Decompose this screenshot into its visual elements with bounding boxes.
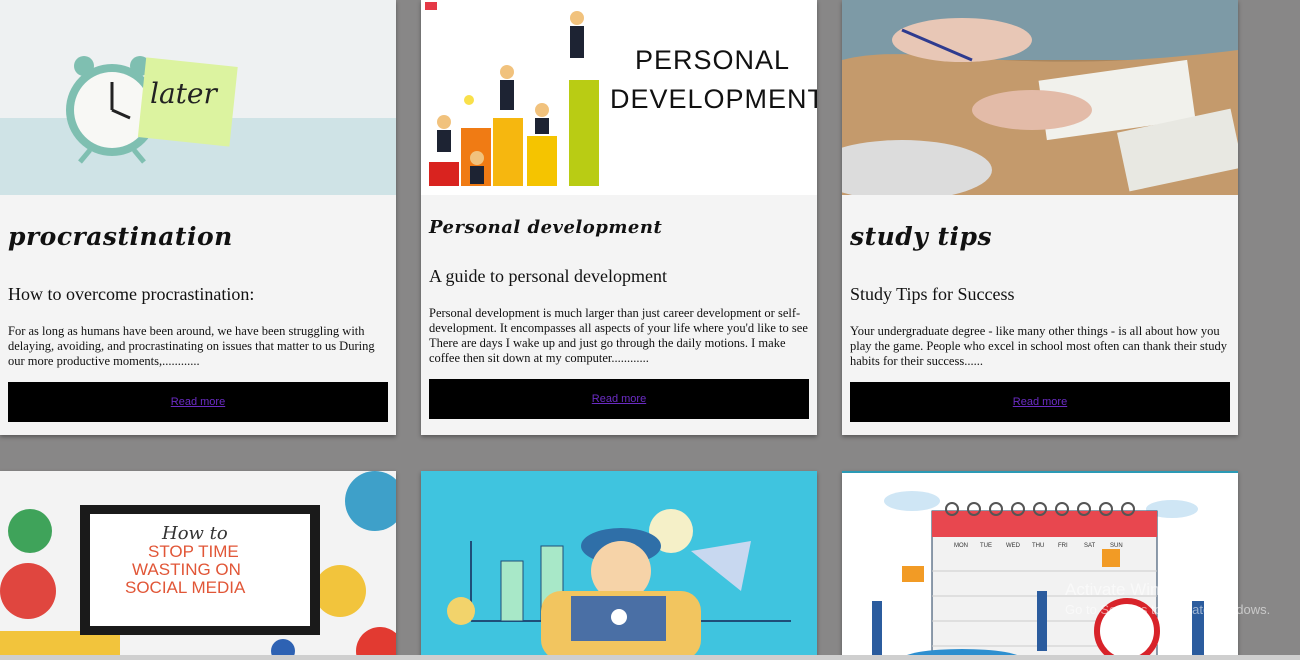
read-more-link[interactable]: Read more bbox=[171, 396, 225, 408]
card-procrastination: later procrastination How to overcome pr… bbox=[0, 0, 396, 435]
card-heading: Personal development bbox=[429, 217, 663, 238]
card-study-tips: study tips Study Tips for Success Your u… bbox=[842, 0, 1238, 435]
card-description: For as long as humans have been around, … bbox=[8, 324, 375, 368]
calendar-day-sun: SUN bbox=[1110, 543, 1123, 549]
card-description: Your undergraduate degree - like many ot… bbox=[850, 324, 1227, 368]
horizontal-scrollbar[interactable] bbox=[0, 655, 1300, 660]
card-personal-development: PERSONAL DEVELOPMENT Personal developmen… bbox=[421, 0, 817, 435]
read-more-button[interactable]: Read more bbox=[850, 382, 1230, 422]
read-more-button[interactable]: Read more bbox=[429, 379, 809, 419]
card-heading: procrastination bbox=[8, 222, 233, 251]
card-image-stress bbox=[421, 471, 817, 660]
card-subheading: How to overcome procrastination: bbox=[8, 284, 255, 304]
card-stress bbox=[421, 471, 817, 660]
read-more-link[interactable]: Read more bbox=[1013, 396, 1067, 408]
calendar-day-tue: TUE bbox=[980, 543, 992, 549]
calendar-day-thu: THU bbox=[1032, 543, 1044, 549]
image-line1: How to bbox=[161, 523, 228, 544]
card-image-procrastination: later bbox=[0, 0, 396, 195]
image-line3: WASTING ON bbox=[132, 560, 241, 579]
read-more-link[interactable]: Read more bbox=[592, 393, 646, 405]
calendar-day-sat: SAT bbox=[1084, 543, 1096, 549]
calendar-day-fri: FRI bbox=[1058, 543, 1068, 549]
card-social-media: How to STOP TIME WASTING ON SOCIAL MEDIA bbox=[0, 471, 396, 660]
card-image-social-media: How to STOP TIME WASTING ON SOCIAL MEDIA bbox=[0, 471, 396, 660]
image-title-line1: PERSONAL bbox=[635, 45, 790, 75]
card-heading: study tips bbox=[850, 222, 993, 251]
watermark-subtitle: Go to Settings to activate Windows. bbox=[1065, 602, 1271, 617]
note-text: later bbox=[150, 77, 218, 110]
image-line2: STOP TIME bbox=[148, 542, 239, 561]
card-calendar: MON TUE WED THU FRI SAT SUN bbox=[842, 471, 1238, 660]
read-more-button[interactable]: Read more bbox=[8, 382, 388, 422]
image-line4: SOCIAL MEDIA bbox=[125, 578, 246, 597]
card-description: Personal development is much larger than… bbox=[429, 306, 808, 365]
image-title-line2: DEVELOPMENT bbox=[610, 84, 817, 114]
calendar-day-wed: WED bbox=[1006, 543, 1021, 549]
watermark-title: Activate Windows bbox=[1065, 580, 1200, 599]
card-image-personal-development: PERSONAL DEVELOPMENT bbox=[421, 0, 817, 195]
card-subheading: A guide to personal development bbox=[429, 266, 667, 286]
activate-windows-watermark: Activate Windows Go to Settings to activ… bbox=[1065, 580, 1270, 617]
calendar-day-mon: MON bbox=[954, 543, 968, 549]
card-subheading: Study Tips for Success bbox=[850, 284, 1015, 304]
card-image-calendar: MON TUE WED THU FRI SAT SUN bbox=[842, 471, 1238, 660]
card-image-study-tips bbox=[842, 0, 1238, 195]
